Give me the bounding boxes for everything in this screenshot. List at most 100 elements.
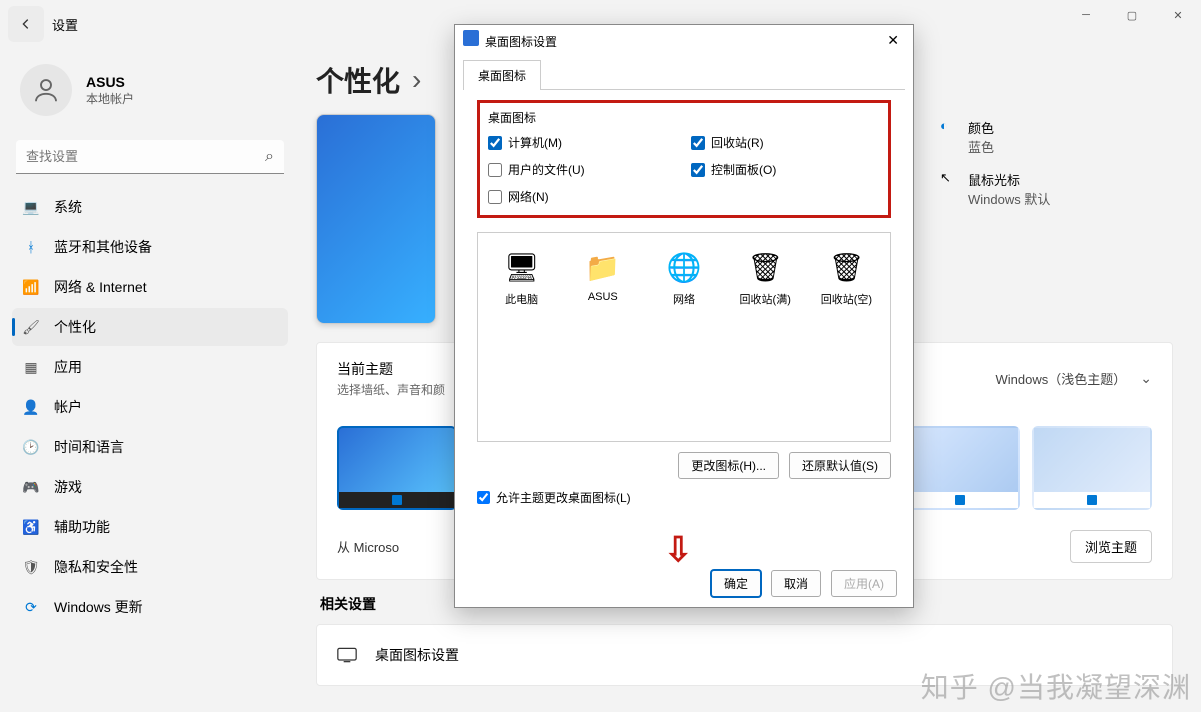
cursor-option[interactable]: ↖ 鼠标光标 Windows 默认 (940, 170, 1050, 208)
nav-accounts[interactable]: 👤帐户 (12, 388, 288, 426)
dialog-close-button[interactable]: ✕ (881, 30, 905, 51)
checkbox-userfiles-label: 用户的文件(U) (508, 161, 585, 178)
icon-recycle-empty-label: 回收站(空) (821, 291, 872, 307)
restore-defaults-button[interactable]: 还原默认值(S) (789, 452, 891, 479)
nav-system-label: 系统 (54, 197, 82, 217)
allow-theme-checkbox[interactable]: 允许主题更改桌面图标(L) (477, 489, 891, 506)
nav-network-label: 网络 & Internet (54, 277, 147, 297)
icon-network[interactable]: 🌐网络 (656, 249, 711, 307)
icon-recycle-full[interactable]: 🗑 回收站(满) (738, 249, 793, 307)
nav-update[interactable]: ⟳Windows 更新 (12, 588, 288, 626)
highlight-annotation: 桌面图标 计算机(M) 回收站(R) 用户的文件(U) 控制面板(O) 网络(N… (477, 100, 891, 218)
nav-accessibility-label: 辅助功能 (54, 517, 110, 537)
search-box[interactable]: ⌕ (16, 140, 284, 174)
icon-recycle-full-label: 回收站(满) (740, 291, 791, 307)
color-option[interactable]: ◐ 颜色 蓝色 (940, 118, 1050, 156)
checkbox-computer[interactable]: 计算机(M) (488, 134, 677, 151)
checkbox-control[interactable]: 控制面板(O) (691, 161, 880, 178)
checkbox-recycle-label: 回收站(R) (711, 134, 764, 151)
nav-time-label: 时间和语言 (54, 437, 124, 457)
opt-color-title: 颜色 (968, 118, 994, 137)
watermark: 知乎 @当我凝望深渊 (921, 666, 1191, 706)
change-icon-button[interactable]: 更改图标(H)... (678, 452, 779, 479)
nav-gaming-icon: 🎮 (22, 478, 40, 496)
icon-userfolder[interactable]: 📁ASUS (575, 249, 630, 303)
minimize-button[interactable]: ─ (1063, 0, 1109, 30)
annotation-arrow-icon: ⇩ (664, 530, 693, 570)
user-block[interactable]: ASUS 本地帐户 (12, 48, 288, 136)
nav-personalization[interactable]: 🖌 个性化 (12, 308, 288, 346)
nav-gaming-label: 游戏 (54, 477, 82, 497)
apply-button[interactable]: 应用(A) (831, 570, 897, 597)
checkbox-userfiles[interactable]: 用户的文件(U) (488, 161, 677, 178)
dialog-title: 桌面图标设置 (485, 35, 557, 49)
group-title: 桌面图标 (488, 109, 880, 126)
checkbox-recycle-input[interactable] (691, 136, 705, 150)
arrow-left-icon (19, 17, 33, 31)
icon-recycle-empty-icon: 🗑 (828, 249, 864, 285)
nav-personalization-icon: 🖌 (22, 318, 40, 336)
nav-apps-icon: ▦ (22, 358, 40, 376)
user-sub: 本地帐户 (86, 90, 134, 107)
search-input[interactable] (26, 149, 265, 164)
nav-bluetooth[interactable]: ᚼ蓝牙和其他设备 (12, 228, 288, 266)
checkbox-control-input[interactable] (691, 163, 705, 177)
icon-recycle-empty[interactable]: 🗑 回收站(空) (819, 249, 874, 307)
theme-sub: 选择墙纸、声音和颜 (337, 381, 445, 398)
nav-time[interactable]: 🕑 时间和语言 (12, 428, 288, 466)
checkbox-network[interactable]: 网络(N) (488, 188, 677, 205)
icon-recycle-full-icon: 🗑 (747, 249, 783, 285)
nav-time-icon: 🕑 (22, 438, 40, 456)
theme-title: 当前主题 (337, 359, 445, 379)
nav-accessibility-icon: ♿ (22, 518, 40, 536)
palette-icon: ◐ (940, 118, 958, 136)
tab-desktop-icons[interactable]: 桌面图标 (463, 60, 541, 90)
close-button[interactable]: ✕ (1155, 0, 1201, 30)
opt-cursor-sub: Windows 默认 (968, 189, 1050, 208)
nav-system-icon: 💻 (22, 198, 40, 216)
theme-thumb-5[interactable] (900, 426, 1020, 510)
icon-thispc-label: 此电脑 (505, 291, 538, 307)
browse-themes-button[interactable]: 浏览主题 (1070, 530, 1152, 563)
person-icon (31, 75, 61, 105)
nav-apps-label: 应用 (54, 357, 82, 377)
desktop-icon-settings-dialog: 桌面图标设置 ✕ 桌面图标 桌面图标 计算机(M) 回收站(R) 用户的文件(U… (454, 24, 914, 608)
theme-thumb-6[interactable] (1032, 426, 1152, 510)
theme-dropdown-label: Windows（浅色主题） (996, 369, 1127, 388)
icon-thispc[interactable]: 🖥此电脑 (494, 249, 549, 307)
checkbox-recycle[interactable]: 回收站(R) (691, 134, 880, 151)
nav-personalization-label: 个性化 (54, 317, 96, 337)
icon-network-icon: 🌐 (666, 249, 702, 285)
nav-accessibility[interactable]: ♿ 辅助功能 (12, 508, 288, 546)
back-button[interactable] (8, 6, 44, 42)
desktop-preview (316, 114, 436, 324)
checkbox-network-input[interactable] (488, 190, 502, 204)
checkbox-computer-input[interactable] (488, 136, 502, 150)
nav-system[interactable]: 💻 系统 (12, 188, 288, 226)
cancel-button[interactable]: 取消 (771, 570, 821, 597)
opt-cursor-title: 鼠标光标 (968, 170, 1050, 189)
ok-button[interactable]: 确定 (711, 570, 761, 597)
allow-theme-checkbox-input[interactable] (477, 491, 490, 504)
nav-gaming[interactable]: 🎮 游戏 (12, 468, 288, 506)
nav-network[interactable]: 📶网络 & Internet (12, 268, 288, 306)
opt-color-sub: 蓝色 (968, 137, 994, 156)
nav-apps[interactable]: ▦ 应用 (12, 348, 288, 386)
nav-privacy[interactable]: 🛡 隐私和安全性 (12, 548, 288, 586)
user-name: ASUS (86, 74, 134, 90)
icon-userfolder-label: ASUS (588, 291, 618, 303)
theme-thumb-1[interactable] (337, 426, 457, 510)
chevron-right-icon: › (412, 64, 421, 96)
nav-privacy-icon: 🛡 (22, 558, 40, 576)
store-label: 从 Microso (337, 537, 399, 556)
chevron-down-icon[interactable]: ⌄ (1140, 370, 1152, 387)
dialog-icon (463, 30, 479, 46)
breadcrumb-root[interactable]: 个性化 (316, 60, 400, 100)
avatar (20, 64, 72, 116)
nav-privacy-label: 隐私和安全性 (54, 557, 138, 577)
checkbox-userfiles-input[interactable] (488, 163, 502, 177)
monitor-icon (337, 647, 357, 663)
row-label: 桌面图标设置 (375, 645, 459, 665)
maximize-button[interactable]: ▢ (1109, 0, 1155, 30)
checkbox-control-label: 控制面板(O) (711, 161, 776, 178)
